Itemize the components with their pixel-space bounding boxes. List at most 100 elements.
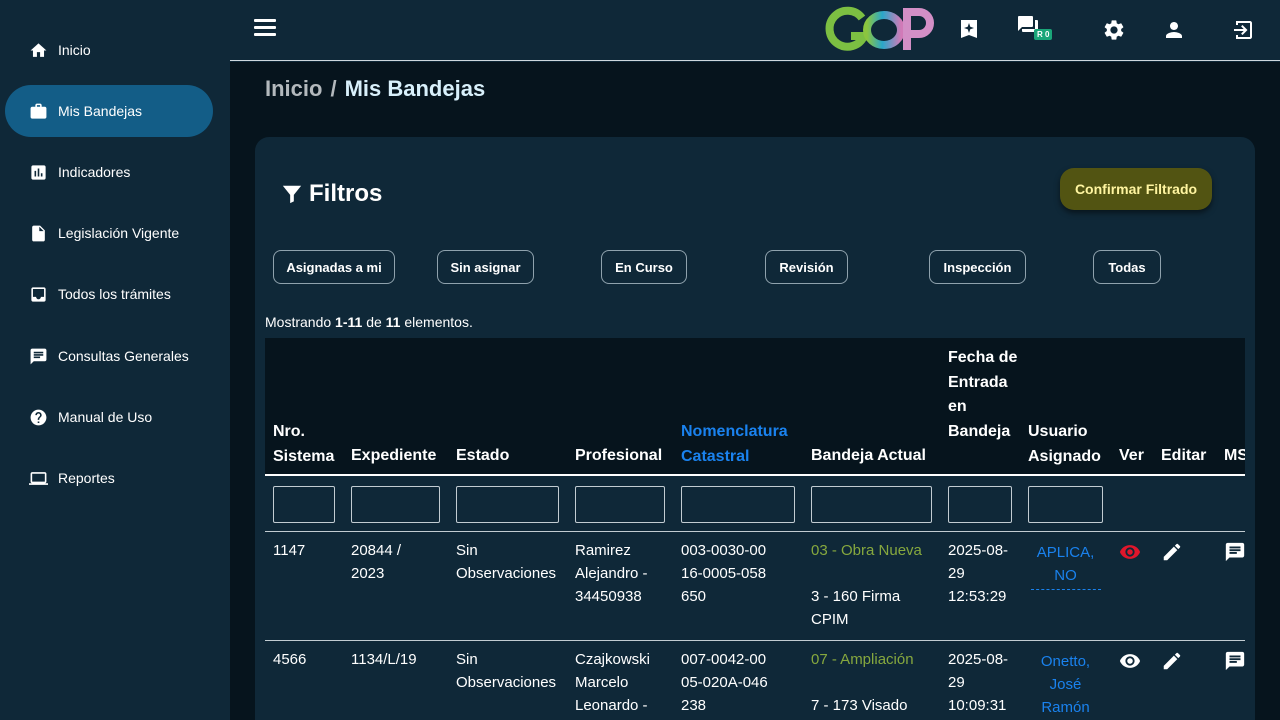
- col-header-msg: MS: [1224, 447, 1245, 464]
- results-summary: Mostrando 1-11 de 11 elementos.: [265, 314, 473, 330]
- cell-estado: Sin Observaciones: [456, 542, 557, 582]
- sidebar-item-label: Reportes: [58, 470, 115, 486]
- filter-input-fecha[interactable]: [948, 486, 1012, 523]
- sidebar-item-reportes[interactable]: Reportes: [5, 452, 213, 504]
- cell-bandeja-paso: 7 - 173 Visado: [811, 697, 908, 714]
- cell-usuario-link[interactable]: APLICA, NO: [1028, 541, 1103, 590]
- sidebar-item-label: Indicadores: [58, 164, 131, 180]
- col-header-ver: Ver: [1119, 447, 1144, 464]
- cell-expediente: 20844 / 2023: [351, 542, 402, 582]
- briefcase-icon: [28, 101, 48, 121]
- cell-nomenclatura: 003-0030-0016-0005-058650: [681, 542, 767, 605]
- main-content: Inicio / Mis Bandejas Filtros Confirmar Fi…: [230, 62, 1280, 720]
- col-header-estado[interactable]: Estado: [456, 444, 536, 469]
- filters-heading: Filtros: [281, 180, 382, 208]
- cell-fecha: 2025-08-29 12:53:29: [948, 542, 1009, 605]
- chip-en-curso[interactable]: En Curso: [601, 250, 687, 284]
- chip-asignadas-a-mi[interactable]: Asignadas a mi: [273, 250, 395, 284]
- sidebar-item-mis-bandejas[interactable]: Mis Bandejas: [5, 85, 213, 137]
- cell-nro: 1147: [273, 542, 306, 559]
- filter-input-expediente[interactable]: [351, 486, 440, 523]
- col-header-usuario[interactable]: Usuario Asignado: [1028, 420, 1108, 469]
- sidebar-item-label: Legislación Vigente: [58, 225, 180, 241]
- message-icon[interactable]: [1224, 541, 1245, 563]
- edit-pencil-icon[interactable]: [1161, 650, 1183, 672]
- usuario-name: Onetto, José Ramón: [1040, 653, 1091, 716]
- cell-bandeja-paso: 3 - 160 Firma CPIM: [811, 588, 901, 628]
- sidebar-item-inicio[interactable]: Inicio: [5, 24, 213, 76]
- inbox-icon: [28, 284, 48, 304]
- cell-usuario-link[interactable]: Onetto, José Ramón: [1028, 650, 1103, 719]
- sidebar: Inicio Mis Bandejas Indicadores Legislac…: [0, 0, 230, 720]
- bar-chart-icon: [28, 162, 48, 182]
- col-header-nomenclatura[interactable]: Nomenclatura Catastral: [681, 420, 801, 469]
- filters-card: Filtros Confirmar Filtrado Asignadas a m…: [255, 137, 1255, 720]
- breadcrumb: Inicio / Mis Bandejas: [265, 76, 485, 102]
- filter-input-nomenclatura[interactable]: [681, 486, 795, 523]
- filters-title: Filtros: [309, 180, 383, 207]
- cell-expediente: 1134/L/19: [351, 651, 417, 668]
- cell-nro: 4566: [273, 651, 307, 668]
- cell-profesional: Czajkowski Marcelo Leonardo -: [575, 651, 651, 714]
- chat-icon[interactable]: R 0: [1016, 14, 1056, 42]
- cell-bandeja-tipo: 07 - Ampliación: [811, 651, 914, 668]
- menu-icon[interactable]: [254, 16, 278, 40]
- summary-total: 11: [385, 314, 401, 330]
- chip-todas[interactable]: Todas: [1093, 250, 1161, 284]
- sidebar-item-consultas[interactable]: Consultas Generales: [5, 330, 213, 382]
- gop-logo: [824, 6, 936, 54]
- settings-icon[interactable]: [1100, 16, 1128, 44]
- col-header-profesional[interactable]: Profesional: [575, 444, 675, 469]
- sidebar-item-manual[interactable]: Manual de Uso: [5, 391, 213, 443]
- home-icon: [28, 40, 48, 60]
- summary-prefix: Mostrando: [265, 314, 332, 330]
- cell-nomenclatura: 007-0042-0005-020A-046238: [681, 651, 768, 714]
- sparkle-icon[interactable]: [955, 16, 983, 44]
- col-header-expediente[interactable]: Expediente: [351, 444, 451, 469]
- row-divider: [265, 531, 1245, 532]
- cell-estado: Sin Observaciones: [456, 651, 557, 691]
- top-bar: R 0: [230, 0, 1280, 61]
- cell-bandeja-tipo: 03 - Obra Nueva: [811, 542, 922, 559]
- cell-profesional: Ramirez Alejandro - 34450938: [575, 542, 648, 605]
- filter-input-profesional[interactable]: [575, 486, 665, 523]
- summary-range: 1-11: [335, 314, 363, 330]
- confirm-filter-button[interactable]: Confirmar Filtrado: [1060, 168, 1212, 210]
- col-header-fecha[interactable]: Fecha de Entrada en Bandeja: [948, 346, 1018, 444]
- col-header-editar: Editar: [1161, 447, 1207, 464]
- filter-input-usuario[interactable]: [1028, 486, 1103, 523]
- view-eye-icon[interactable]: [1119, 650, 1141, 672]
- message-icon[interactable]: [1224, 650, 1245, 672]
- view-eye-icon[interactable]: [1119, 541, 1141, 563]
- col-header-bandeja[interactable]: Bandeja Actual: [811, 444, 941, 469]
- breadcrumb-separator: /: [330, 76, 337, 101]
- user-icon[interactable]: [1160, 16, 1188, 44]
- filter-input-bandeja[interactable]: [811, 486, 932, 523]
- summary-mid: de: [366, 314, 382, 330]
- sidebar-item-indicadores[interactable]: Indicadores: [5, 146, 213, 198]
- sidebar-item-label: Manual de Uso: [58, 409, 153, 425]
- sidebar-item-todos-tramites[interactable]: Todos los trámites: [5, 268, 213, 320]
- help-icon: [28, 407, 48, 427]
- sidebar-item-label: Todos los trámites: [58, 286, 171, 302]
- chip-sin-asignar[interactable]: Sin asignar: [437, 250, 534, 284]
- filter-input-estado[interactable]: [456, 486, 559, 523]
- laptop-icon: [28, 468, 48, 488]
- sidebar-item-label: Consultas Generales: [58, 348, 189, 364]
- summary-suffix: elementos.: [404, 314, 473, 330]
- usuario-name: APLICA, NO: [1030, 541, 1101, 590]
- page-title: Mis Bandejas: [344, 76, 486, 101]
- breadcrumb-home-link[interactable]: Inicio: [265, 76, 322, 101]
- chip-inspeccion[interactable]: Inspección: [929, 250, 1026, 284]
- cell-fecha: 2025-08-29 10:09:31: [948, 651, 1009, 714]
- chip-revision[interactable]: Revisión: [765, 250, 848, 284]
- sidebar-item-label: Mis Bandejas: [58, 103, 143, 119]
- chat-icon: [28, 346, 48, 366]
- results-table: Nro. Sistema Expediente Estado Profesion…: [265, 338, 1245, 720]
- filter-input-nro[interactable]: [273, 486, 335, 523]
- edit-pencil-icon[interactable]: [1161, 541, 1183, 563]
- sidebar-item-legislacion[interactable]: Legislación Vigente: [5, 207, 213, 259]
- sidebar-item-label: Inicio: [58, 42, 91, 58]
- col-header-nro[interactable]: Nro. Sistema: [273, 420, 343, 469]
- logout-icon[interactable]: [1229, 16, 1257, 44]
